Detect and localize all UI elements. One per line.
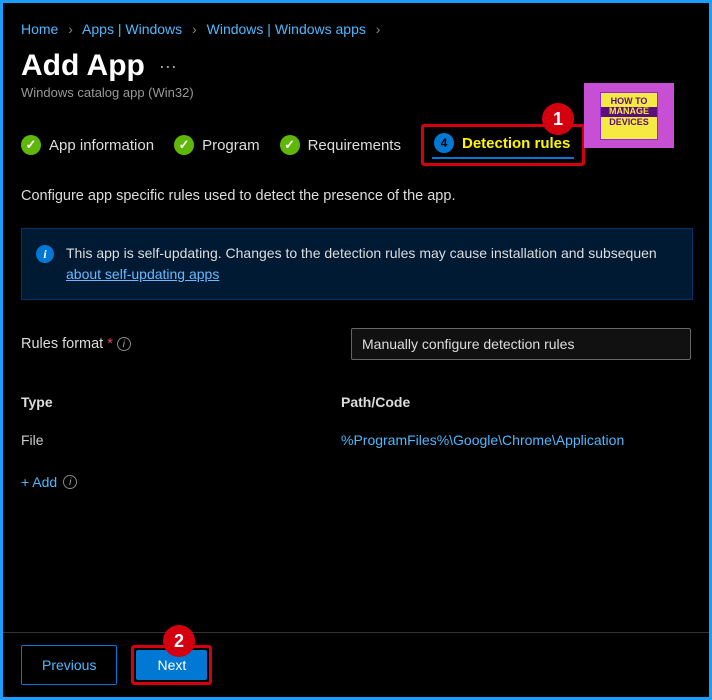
step-app-information[interactable]: ✓ App information — [21, 135, 154, 155]
annotation-marker-2: 2 — [163, 625, 195, 657]
breadcrumb: Home › Apps | Windows › Windows | Window… — [21, 21, 691, 37]
step-label: App information — [49, 137, 154, 154]
breadcrumb-windows-apps[interactable]: Windows | Windows apps — [207, 21, 366, 37]
required-asterisk: * — [107, 336, 113, 352]
breadcrumb-apps[interactable]: Apps | Windows — [82, 21, 182, 37]
cell-type: File — [21, 432, 341, 448]
chevron-right-icon: › — [68, 21, 73, 37]
step-number-icon: 4 — [434, 133, 454, 153]
rules-table-header: Type Path/Code — [21, 388, 691, 416]
step-requirements[interactable]: ✓ Requirements — [280, 135, 401, 155]
rules-format-select[interactable] — [351, 328, 691, 360]
info-banner: i This app is self-updating. Changes to … — [21, 228, 693, 300]
step-detection-rules[interactable]: 4 Detection rules — [434, 133, 570, 153]
info-icon: i — [36, 245, 54, 263]
step-label: Program — [202, 137, 260, 154]
col-header-type: Type — [21, 394, 341, 410]
check-icon: ✓ — [21, 135, 41, 155]
brand-logo: HOW TO MANAGE DEVICES — [584, 83, 674, 148]
section-description: Configure app specific rules used to det… — [21, 188, 691, 204]
info-hint-icon[interactable]: i — [117, 337, 131, 351]
wizard-footer: Previous Next — [3, 632, 709, 697]
info-hint-icon[interactable]: i — [63, 475, 77, 489]
previous-button[interactable]: Previous — [21, 645, 117, 685]
step-label: Requirements — [308, 137, 401, 154]
check-icon: ✓ — [174, 135, 194, 155]
step-program[interactable]: ✓ Program — [174, 135, 260, 155]
info-link[interactable]: about self-updating apps — [66, 266, 219, 282]
chevron-right-icon: › — [192, 21, 197, 37]
more-actions-icon[interactable]: ··· — [159, 56, 177, 77]
col-header-path: Path/Code — [341, 394, 691, 410]
chevron-right-icon: › — [376, 21, 381, 37]
table-row[interactable]: File %ProgramFiles%\Google\Chrome\Applic… — [21, 422, 691, 458]
cell-path[interactable]: %ProgramFiles%\Google\Chrome\Application — [341, 432, 691, 448]
step-label: Detection rules — [462, 135, 570, 152]
breadcrumb-home[interactable]: Home — [21, 21, 58, 37]
add-rule-link[interactable]: + Add i — [21, 474, 77, 490]
info-text: This app is self-updating. Changes to th… — [66, 243, 657, 285]
annotation-marker-1: 1 — [542, 103, 574, 135]
check-icon: ✓ — [280, 135, 300, 155]
page-title: Add App — [21, 49, 145, 83]
rules-format-label: Rules format * i — [21, 336, 341, 352]
